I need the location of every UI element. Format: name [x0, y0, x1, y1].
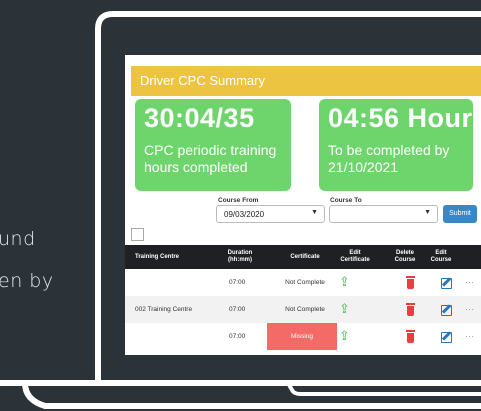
table-row: 07:00 Not Complete ⇪ ···	[125, 269, 481, 296]
upload-icon[interactable]: ⇪	[339, 274, 350, 290]
remaining-hours-card: 04:56 Hours To be completed by 21/10/202…	[319, 99, 481, 191]
trash-icon[interactable]	[406, 276, 415, 289]
certificate-cell: Not Complete	[285, 279, 325, 286]
trash-icon[interactable]	[406, 303, 415, 316]
summary-header: Driver CPC Summary	[131, 66, 481, 96]
completed-hours-value: 30:04/35	[144, 103, 255, 133]
trash-icon[interactable]	[406, 330, 415, 343]
column-header-training-centre: Training Centre	[135, 254, 180, 260]
column-header-delete-course: Delete Course	[394, 250, 416, 263]
duration-cell: 07:00	[229, 333, 246, 340]
training-centre-cell: 002 Training Centre	[135, 306, 193, 313]
chevron-down-icon: ▼	[424, 209, 431, 216]
column-header-edit-course: Edit Course	[430, 250, 452, 263]
completed-hours-label: CPC periodic training hours completed	[144, 142, 277, 175]
remaining-hours-value: 04:56 Hours	[328, 103, 481, 133]
column-header-certificate: Certificate	[290, 254, 320, 260]
edit-icon[interactable]	[441, 278, 452, 289]
table-row: 07:00 Missing ⇪ ···	[125, 323, 481, 350]
duration-cell: 07:00	[229, 279, 246, 286]
summary-title: Driver CPC Summary	[140, 73, 265, 88]
table-header: Training Centre Duration (hh:mm) Certifi…	[125, 245, 481, 269]
course-to-label: Course To	[330, 197, 362, 204]
course-from-value: 09/03/2020	[224, 210, 265, 219]
completed-hours-card: 30:04/35 CPC periodic training hours com…	[135, 99, 291, 191]
more-options-icon[interactable]: ···	[465, 332, 475, 341]
course-from-select[interactable]: 09/03/2020 ▼	[216, 205, 325, 223]
column-header-duration: Duration (hh:mm)	[227, 250, 253, 263]
more-options-icon[interactable]: ···	[465, 305, 475, 314]
column-header-edit-certificate: Edit Certificate	[340, 250, 370, 263]
upload-icon[interactable]: ⇪	[339, 301, 350, 317]
more-options-icon[interactable]: ···	[465, 278, 475, 287]
course-to-select[interactable]: ▼	[329, 205, 438, 223]
submit-button[interactable]: Submit	[443, 205, 477, 223]
chevron-down-icon: ▼	[311, 209, 318, 216]
upload-icon[interactable]: ⇪	[339, 328, 350, 344]
certificate-cell: Not Complete	[285, 306, 325, 313]
remaining-hours-label: To be completed by 21/10/2021	[328, 142, 450, 175]
table-row: 002 Training Centre 07:00 Not Complete ⇪…	[125, 296, 481, 323]
certificate-missing-cell: Missing	[267, 323, 337, 350]
select-all-checkbox[interactable]	[131, 228, 144, 241]
duration-cell: 07:00	[229, 306, 246, 313]
app-screen: Driver CPC Summary 30:04/35 CPC periodic…	[125, 55, 481, 355]
edit-icon[interactable]	[441, 305, 452, 316]
course-from-label: Course From	[218, 197, 259, 204]
edit-icon[interactable]	[441, 332, 452, 343]
